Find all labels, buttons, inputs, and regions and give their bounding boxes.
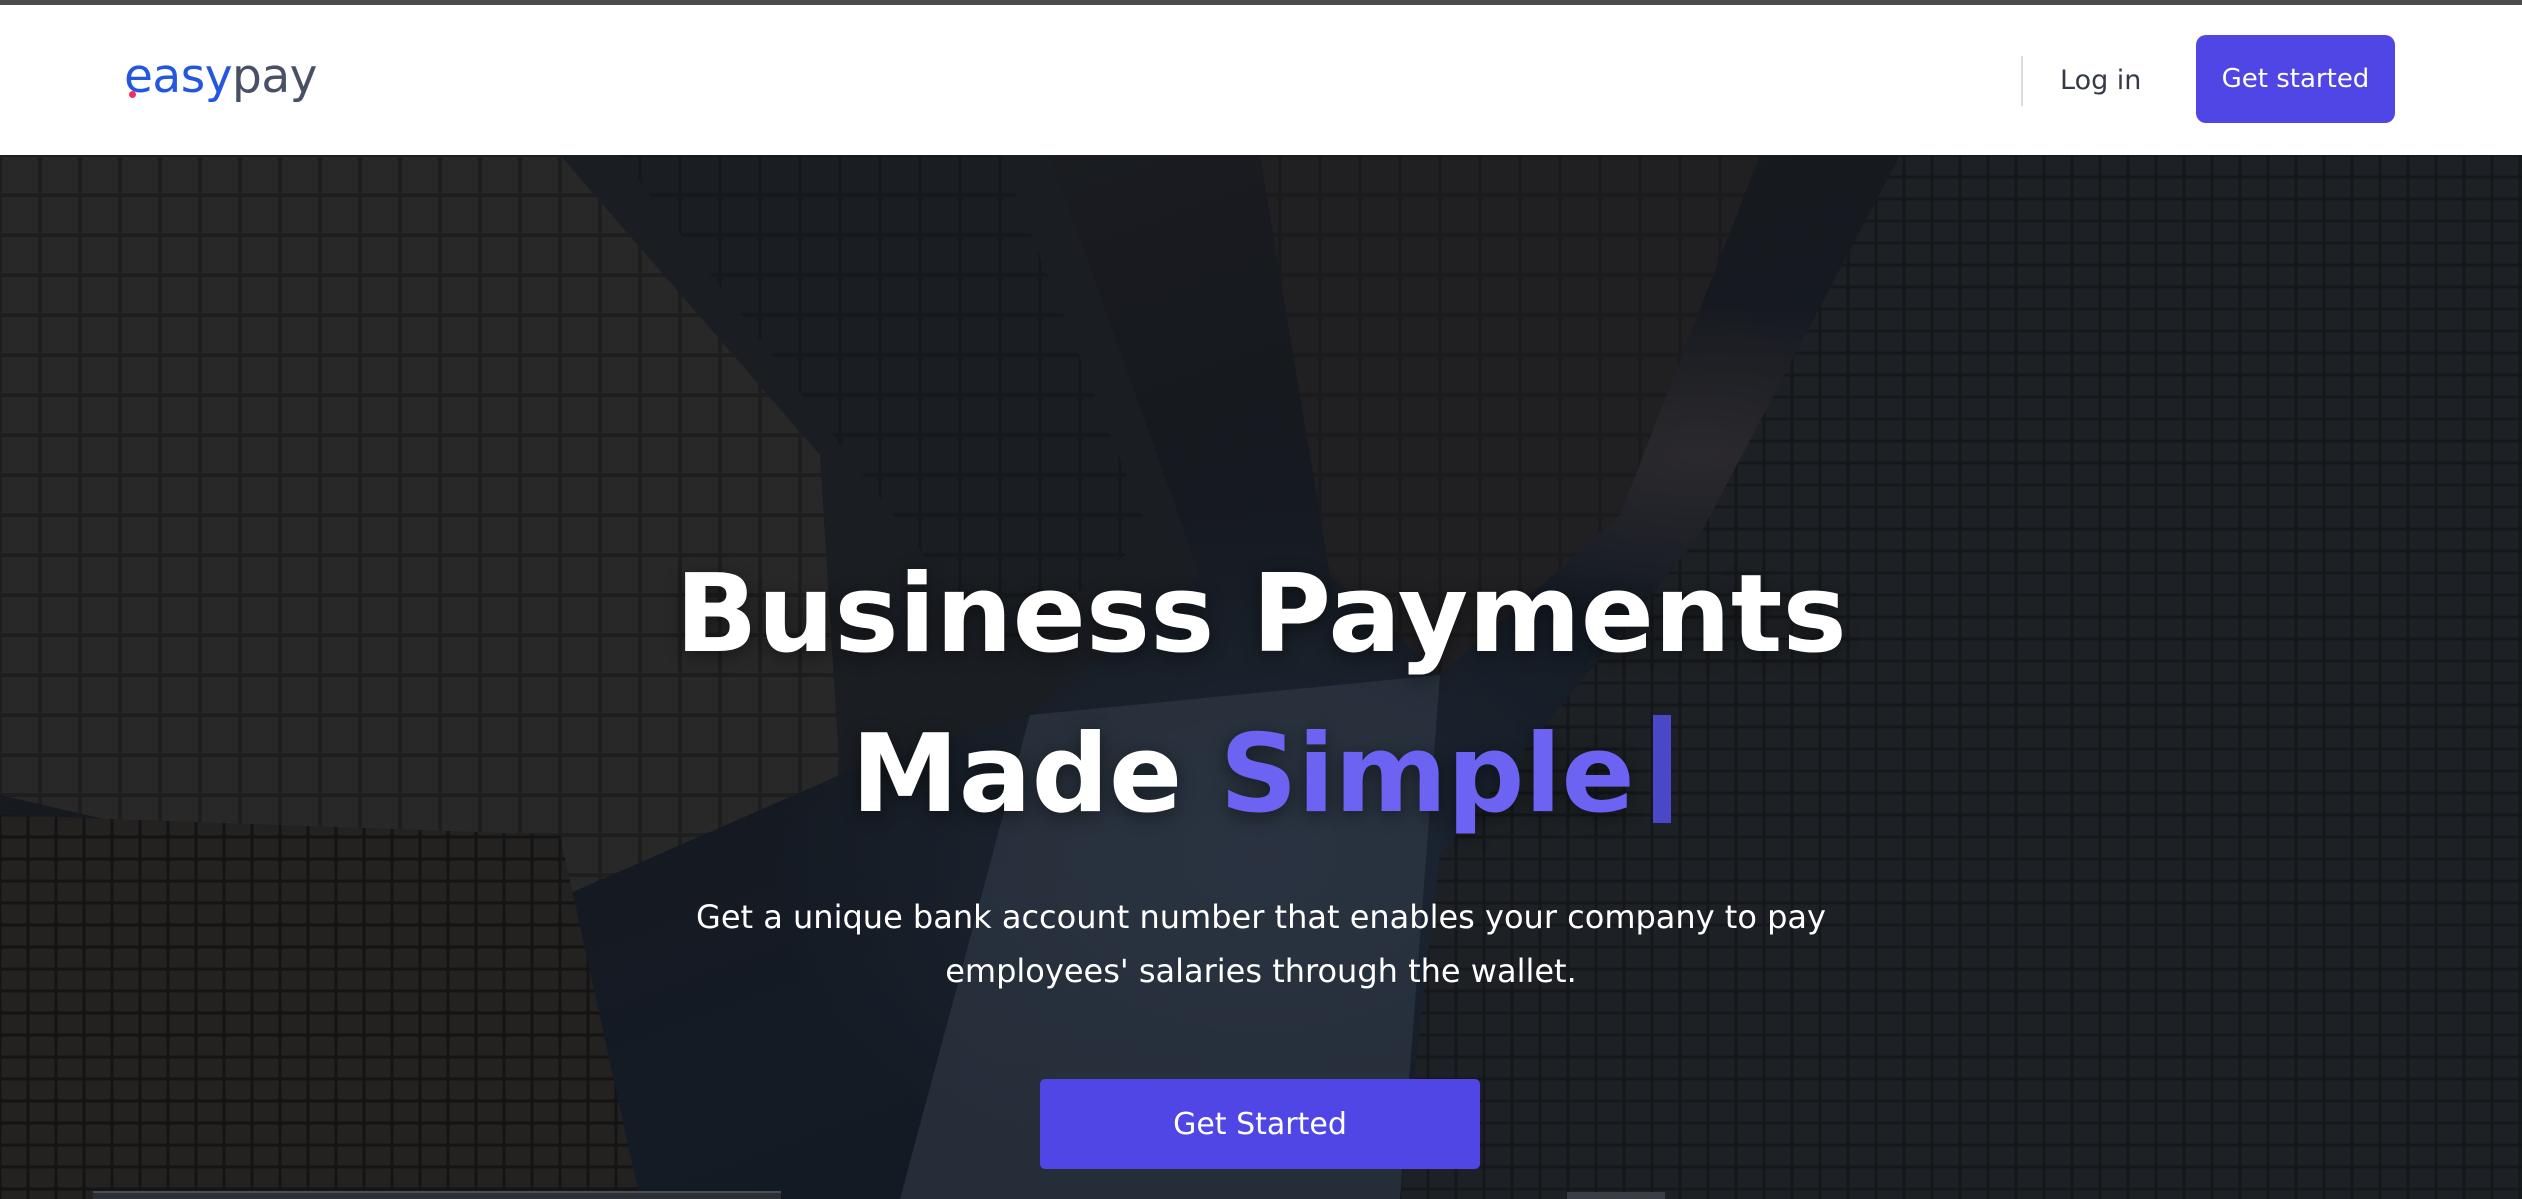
get-started-header-button[interactable]: Get started <box>2196 35 2395 123</box>
horizontal-scrollbar[interactable] <box>93 1191 781 1199</box>
site-header: easypay Log in Get started <box>0 5 2522 155</box>
login-link[interactable]: Log in <box>2060 59 2141 103</box>
hero-subtext: Get a unique bank account number that en… <box>696 898 1826 990</box>
headline-line-2: Made Simple <box>0 695 2522 855</box>
typing-caret <box>1652 715 1671 823</box>
logo-dot-icon <box>129 91 136 98</box>
easypay-logo[interactable]: easypay <box>124 47 317 107</box>
logo-text-pay: pay <box>232 49 317 104</box>
get-started-hero-button[interactable]: Get Started <box>1040 1079 1480 1169</box>
headline-simple-accent: Simple <box>1219 712 1635 837</box>
logo-text-easy: easy <box>124 49 233 104</box>
nav-divider <box>2021 56 2023 106</box>
hero-section: Business Payments Made Simple Get a uniq… <box>0 155 2522 1199</box>
hero-headline: Business Payments Made Simple <box>0 535 2522 855</box>
scroll-indicator <box>1567 1192 1665 1199</box>
headline-line-1: Business Payments <box>675 552 1847 677</box>
headline-made: Made <box>851 712 1220 837</box>
